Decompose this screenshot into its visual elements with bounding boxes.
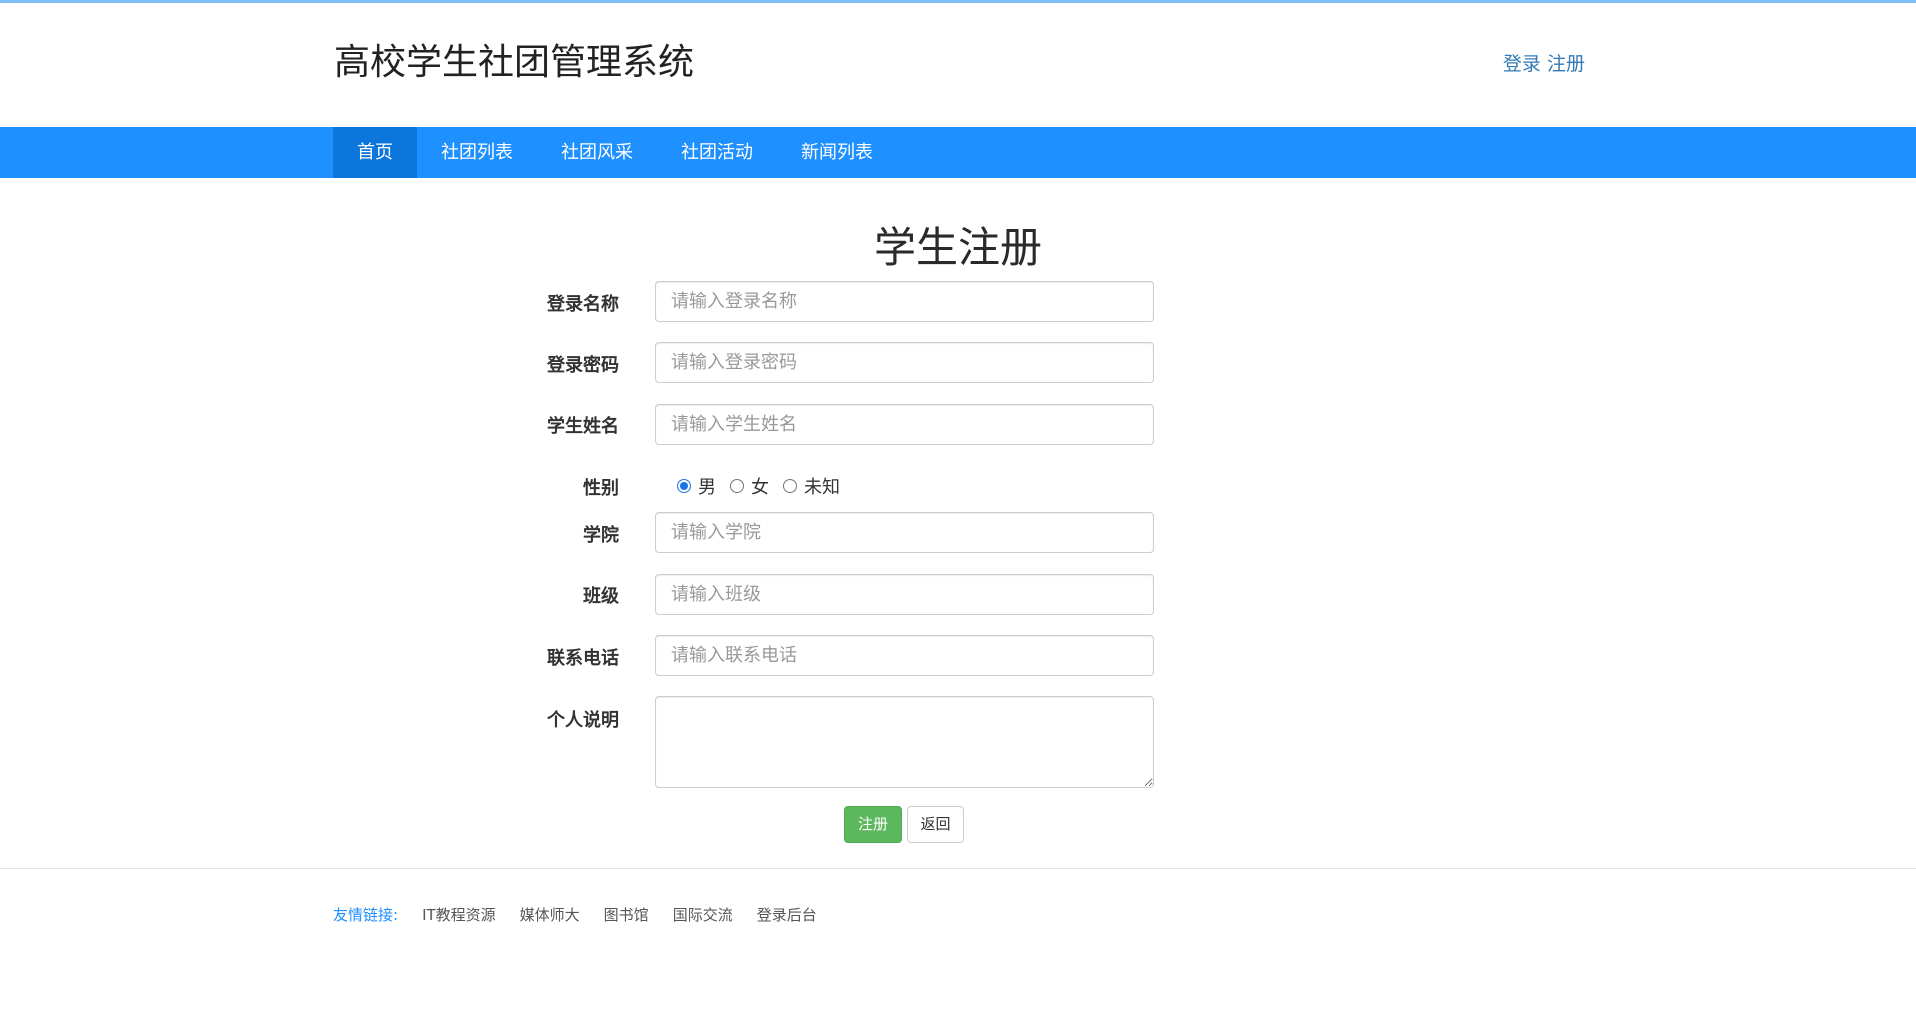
gender-option-unknown[interactable]: 未知 <box>783 473 840 499</box>
phone-input[interactable] <box>655 635 1154 676</box>
footer-links: 友情链接: IT教程资源 媒体师大 图书馆 国际交流 登录后台 <box>333 904 841 926</box>
college-input[interactable] <box>655 512 1154 553</box>
class-input[interactable] <box>655 574 1154 615</box>
main-navbar: 首页 社团列表 社团风采 社团活动 新闻列表 <box>0 127 1916 178</box>
form-title-text: 学生注册 <box>873 223 1042 272</box>
footer-link-international-exchange[interactable]: 国际交流 <box>673 904 733 926</box>
gender-radio-group: 男 女 未知 <box>677 471 854 501</box>
site-header: 高校学生社团管理系统 登录 注册 <box>0 3 1916 127</box>
nav-item-club-activities[interactable]: 社团活动 <box>657 127 777 178</box>
footer-link-library[interactable]: 图书馆 <box>604 904 649 926</box>
password-label: 登录密码 <box>547 355 619 376</box>
login-name-label: 登录名称 <box>547 294 619 315</box>
description-textarea[interactable] <box>655 696 1154 788</box>
footer-links-label: 友情链接: <box>333 906 399 924</box>
nav-item-home[interactable]: 首页 <box>333 127 417 178</box>
site-title: 高校学生社团管理系统 <box>334 42 695 83</box>
nav-item-club-showcase[interactable]: 社团风采 <box>537 127 657 178</box>
radio-checked-icon[interactable] <box>677 479 691 493</box>
gender-option-label: 女 <box>751 477 769 498</box>
student-name-label: 学生姓名 <box>547 416 619 437</box>
phone-label: 联系电话 <box>547 648 619 669</box>
page-title: 学生注册 <box>0 218 1916 278</box>
login-link[interactable]: 登录 <box>1503 53 1541 75</box>
back-button[interactable]: 返回 <box>907 806 964 843</box>
nav-item-club-list[interactable]: 社团列表 <box>417 127 537 178</box>
nav-list: 首页 社团列表 社团风采 社团活动 新闻列表 <box>333 127 897 178</box>
footer-link-admin-login[interactable]: 登录后台 <box>757 904 817 926</box>
footer-link-it-resources[interactable]: IT教程资源 <box>422 904 496 926</box>
gender-option-female[interactable]: 女 <box>730 473 769 499</box>
footer-link-media-normal-university[interactable]: 媒体师大 <box>520 904 580 926</box>
description-label: 个人说明 <box>547 710 619 731</box>
gender-option-label: 男 <box>698 477 716 498</box>
footer-divider <box>0 868 1916 869</box>
gender-option-label: 未知 <box>804 477 840 498</box>
college-label: 学院 <box>583 525 619 546</box>
password-input[interactable] <box>655 342 1154 383</box>
register-button[interactable]: 注册 <box>844 806 902 843</box>
auth-links: 登录 注册 <box>1503 51 1585 77</box>
gender-label: 性别 <box>583 478 619 499</box>
nav-item-news-list[interactable]: 新闻列表 <box>777 127 897 178</box>
gender-option-male[interactable]: 男 <box>677 473 716 499</box>
login-name-input[interactable] <box>655 281 1154 322</box>
class-label: 班级 <box>583 586 619 607</box>
radio-unchecked-icon[interactable] <box>730 479 744 493</box>
student-name-input[interactable] <box>655 404 1154 445</box>
radio-unchecked-icon[interactable] <box>783 479 797 493</box>
register-link[interactable]: 注册 <box>1547 53 1585 75</box>
